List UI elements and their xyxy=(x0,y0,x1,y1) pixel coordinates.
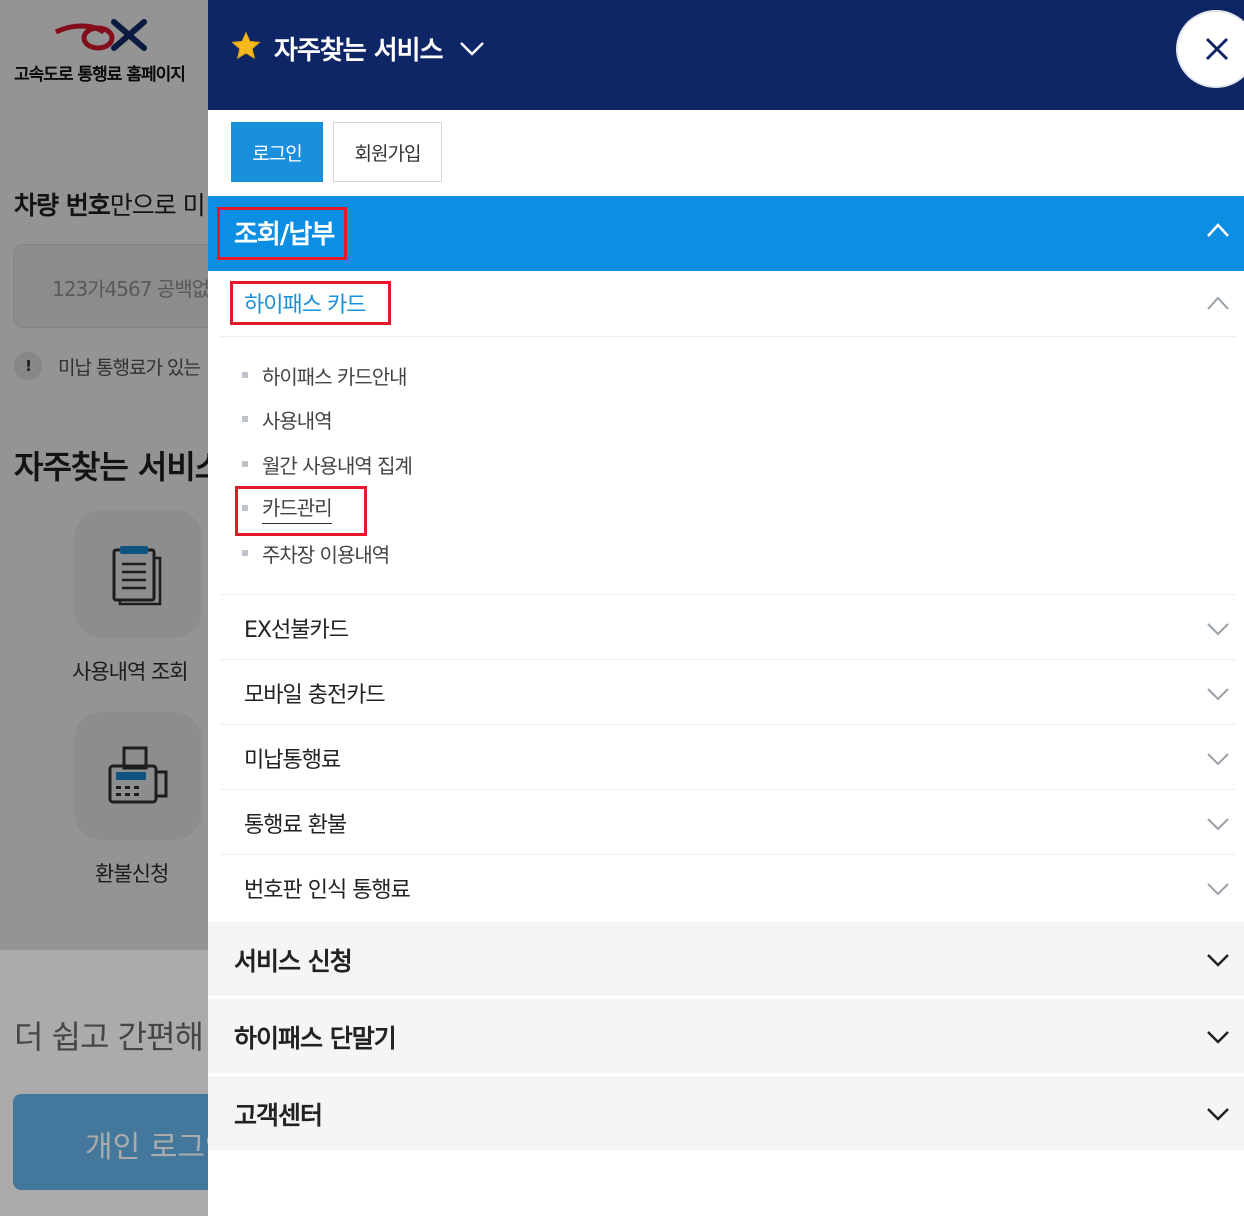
chevron-up-icon xyxy=(1207,296,1229,310)
auth-buttons: 로그인 회원가입 xyxy=(231,122,442,182)
side-menu-panel: 자주찾는 서비스 로그인 회원가입 조회/납부 하이패스 카드 하이패스 카드안… xyxy=(208,0,1244,1216)
close-menu-button[interactable] xyxy=(1176,10,1244,88)
submenu-label: EX선불카드 xyxy=(244,618,349,643)
close-icon xyxy=(1205,37,1229,61)
login-button[interactable]: 로그인 xyxy=(231,122,323,182)
chevron-down-icon xyxy=(1207,1031,1229,1044)
submenu-label: 미납통행료 xyxy=(244,748,341,773)
menu-item-label: 주차장 이용내역 xyxy=(262,542,390,567)
menu-item-card-guide[interactable]: 하이패스 카드안내 xyxy=(242,355,408,395)
menu-item-label: 하이패스 카드안내 xyxy=(262,364,408,389)
submenu-label: 모바일 충전카드 xyxy=(244,683,386,708)
chevron-down-icon[interactable] xyxy=(458,38,486,58)
category-customer-center[interactable]: 고객센터 xyxy=(208,1074,1244,1150)
bullet-icon xyxy=(242,461,248,467)
submenu-ex-prepaid-card[interactable]: EX선불카드 xyxy=(220,594,1236,659)
menu-item-label: 월간 사용내역 집계 xyxy=(262,453,413,478)
menu-item-parking-history[interactable]: 주차장 이용내역 xyxy=(242,533,390,573)
chevron-down-icon xyxy=(1207,883,1229,896)
category-label: 하이패스 단말기 xyxy=(234,1024,397,1053)
category-hipass-terminal[interactable]: 하이패스 단말기 xyxy=(208,997,1244,1073)
star-icon xyxy=(231,31,261,60)
submenu-mobile-charge-card[interactable]: 모바일 충전카드 xyxy=(220,659,1236,724)
favorites-dropdown-title[interactable]: 자주찾는 서비스 xyxy=(274,30,443,67)
chevron-down-icon xyxy=(1207,688,1229,701)
submenu-label: 번호판 인식 통행료 xyxy=(244,878,411,903)
bullet-icon xyxy=(242,550,248,556)
chevron-down-icon xyxy=(1207,818,1229,831)
submenu-toll-refund[interactable]: 통행료 환불 xyxy=(220,789,1236,854)
highlight-box-submenu xyxy=(230,281,391,325)
bullet-icon xyxy=(242,416,248,422)
category-service-application[interactable]: 서비스 신청 xyxy=(208,920,1244,996)
chevron-down-icon xyxy=(1207,954,1229,967)
submenu-plate-recognition-toll[interactable]: 번호판 인식 통행료 xyxy=(220,854,1236,919)
menu-header: 자주찾는 서비스 xyxy=(208,0,1244,110)
highlight-box-card-management xyxy=(235,486,367,536)
menu-item-usage-history[interactable]: 사용내역 xyxy=(242,399,333,439)
signup-button[interactable]: 회원가입 xyxy=(333,122,442,182)
overlay-lower-band xyxy=(0,950,208,1216)
menu-item-label: 사용내역 xyxy=(262,408,333,433)
menu-item-monthly-summary[interactable]: 월간 사용내역 집계 xyxy=(242,444,413,484)
chevron-down-icon xyxy=(1207,753,1229,766)
category-label: 서비스 신청 xyxy=(234,947,353,976)
submenu-unpaid-toll[interactable]: 미납통행료 xyxy=(220,724,1236,789)
category-inquiry-payment[interactable]: 조회/납부 xyxy=(208,196,1244,271)
highlight-box-category xyxy=(217,207,347,260)
submenu-label: 통행료 환불 xyxy=(244,813,347,838)
chevron-down-icon xyxy=(1207,623,1229,636)
chevron-down-icon xyxy=(1207,1108,1229,1121)
bullet-icon xyxy=(242,372,248,378)
chevron-up-icon xyxy=(1207,223,1229,237)
category-label: 고객센터 xyxy=(234,1101,323,1130)
